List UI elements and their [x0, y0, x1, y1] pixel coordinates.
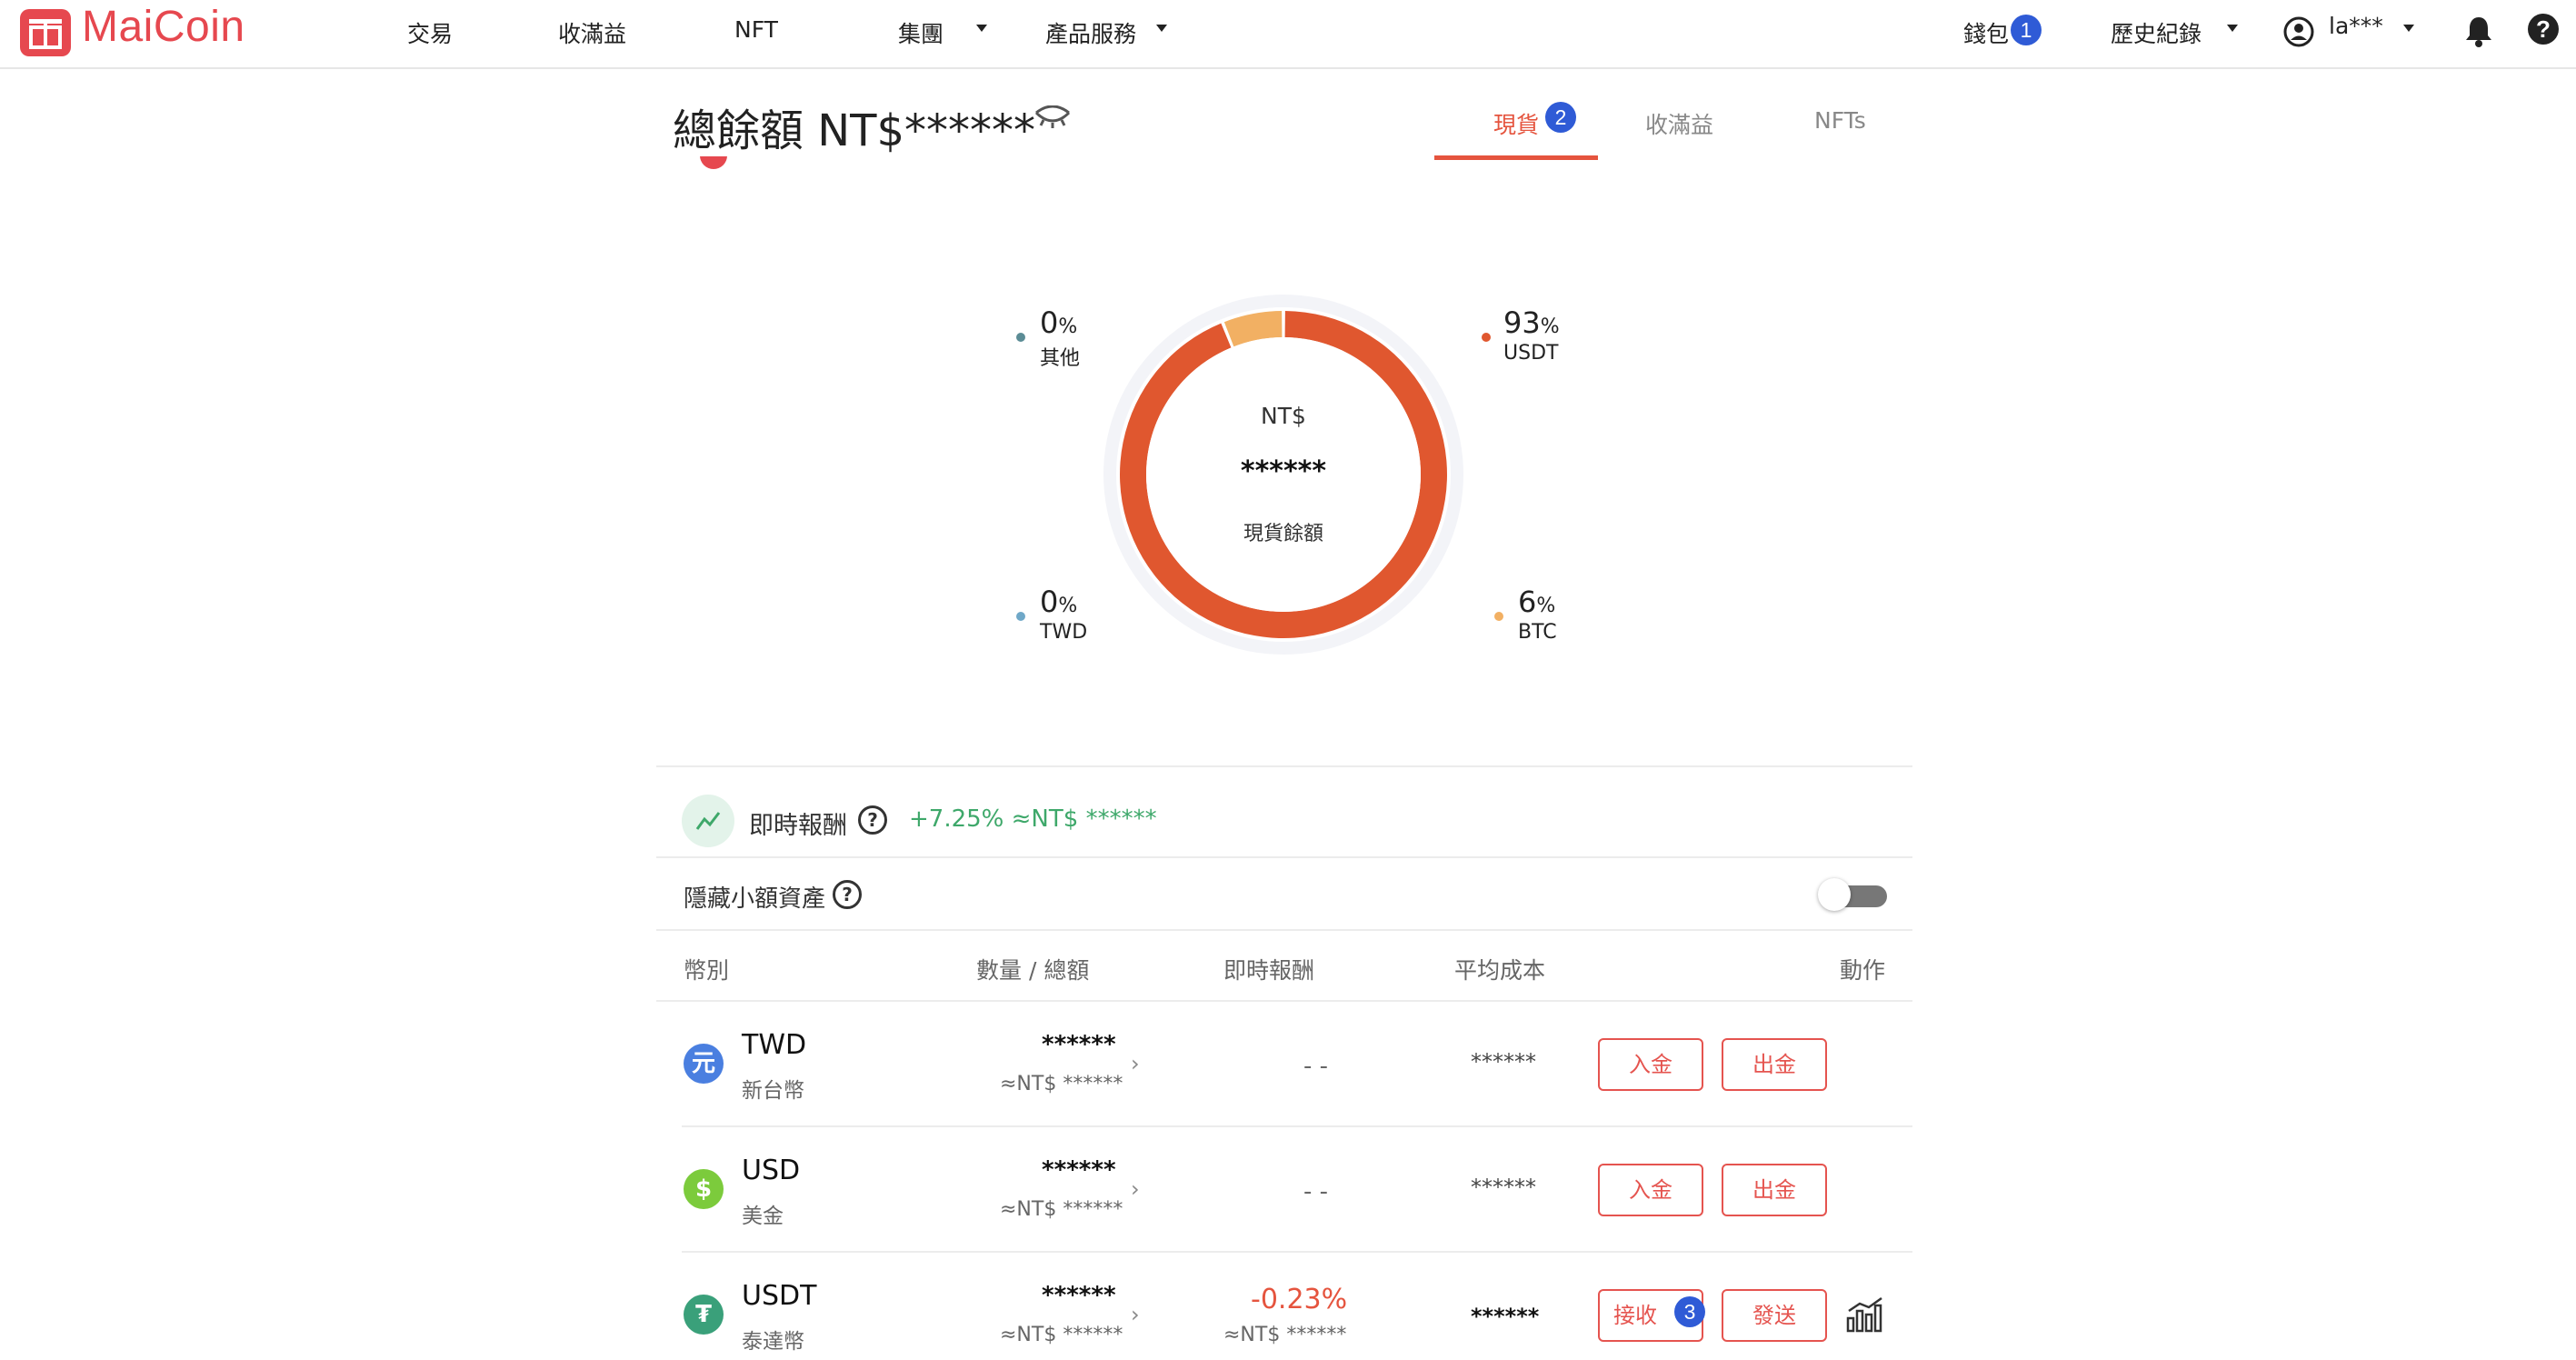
legend-value-btc: 6% [1518, 585, 1556, 619]
tab-spot-badge: 2 [1545, 102, 1576, 133]
legend-name-btc: BTC [1518, 621, 1557, 644]
row-total: ≈NT$ ****** [1000, 1073, 1123, 1095]
divider [656, 856, 1912, 858]
top-navigation: MaiCoin 交易 收滿益 NFT 集團 產品服務 錢包 1 歷史紀錄 la*… [0, 0, 2576, 69]
question-circle-icon[interactable]: ? [858, 805, 887, 835]
withdraw-button[interactable]: 出金 [1722, 1038, 1827, 1091]
donut-center-label: 現貨餘額 [1243, 523, 1323, 545]
bar-chart-icon[interactable] [1845, 1296, 1885, 1333]
deposit-button[interactable]: 入金 [1598, 1164, 1703, 1216]
legend-name-other: 其他 [1040, 347, 1081, 370]
row-amount: ****** [1042, 1282, 1116, 1309]
divider [656, 929, 1912, 931]
wallet-badge: 1 [2011, 15, 2042, 45]
receive-button-label: 接收 [1613, 1303, 1657, 1328]
row-currency-name: 泰達幣 [742, 1330, 804, 1354]
legend-dot-twd [1016, 612, 1025, 621]
hide-small-assets-label: 隱藏小額資產 [684, 885, 826, 913]
username[interactable]: la*** [2329, 13, 2383, 39]
row-total: ≈NT$ ****** [1000, 1324, 1123, 1346]
chevron-down-icon[interactable] [1156, 25, 1167, 32]
col-header-avg-cost: 平均成本 [1454, 957, 1546, 984]
row-symbol: TWD [742, 1029, 807, 1061]
svg-text:?: ? [2536, 15, 2551, 43]
receive-badge: 3 [1674, 1296, 1705, 1327]
row-symbol: USD [742, 1155, 801, 1186]
row-symbol: USDT [742, 1280, 817, 1312]
eye-hidden-icon[interactable] [1033, 105, 1073, 129]
nav-earn[interactable]: 收滿益 [558, 16, 626, 49]
chevron-down-icon[interactable] [2403, 25, 2414, 32]
nav-wallet[interactable]: 錢包 [1963, 16, 2009, 49]
row-avg-cost: ****** [1471, 1304, 1540, 1329]
legend-name-twd: TWD [1040, 621, 1088, 644]
row-return: - - [1303, 1053, 1329, 1080]
tab-active-underline [1434, 155, 1598, 160]
legend-value-twd: 0% [1040, 585, 1078, 619]
user-avatar-icon[interactable] [2283, 16, 2314, 47]
donut-center-currency: NT$ [1261, 403, 1306, 429]
question-circle-icon[interactable]: ? [833, 880, 862, 909]
brand-name[interactable]: MaiCoin [82, 2, 245, 52]
legend-dot-usdt [1482, 333, 1491, 342]
help-icon[interactable]: ? [2527, 13, 2560, 45]
usdt-coin-icon: ₮ [684, 1295, 724, 1335]
row-avg-cost: ****** [1471, 1049, 1536, 1075]
row-avg-cost: ****** [1471, 1175, 1536, 1200]
deposit-button[interactable]: 入金 [1598, 1038, 1703, 1091]
total-balance-title: 總餘額 NT$****** [673, 105, 1036, 156]
chevron-right-icon[interactable]: › [1131, 1051, 1140, 1076]
send-button[interactable]: 發送 [1722, 1289, 1827, 1342]
nav-group[interactable]: 集團 [898, 16, 944, 49]
returns-value: +7.25% ≈NT$ ****** [909, 805, 1157, 833]
hide-small-assets-toggle[interactable] [1818, 878, 1887, 911]
tab-earn[interactable]: 收滿益 [1645, 107, 1713, 140]
legend-name-usdt: USDT [1503, 342, 1559, 365]
chevron-down-icon[interactable] [2227, 25, 2238, 32]
withdraw-button[interactable]: 出金 [1722, 1164, 1827, 1216]
divider [656, 765, 1912, 767]
row-amount: ****** [1042, 1156, 1116, 1184]
nav-products[interactable]: 產品服務 [1045, 16, 1136, 49]
row-return: - - [1303, 1178, 1329, 1205]
scrolled-content-fragment [700, 156, 727, 169]
nav-nft[interactable]: NFT [734, 16, 778, 43]
legend-dot-other [1016, 333, 1025, 342]
returns-label: 即時報酬 [749, 812, 847, 840]
nav-history[interactable]: 歷史紀錄 [2111, 16, 2202, 49]
twd-coin-icon: 元 [684, 1044, 724, 1084]
usd-coin-icon: $ [684, 1169, 724, 1209]
legend-value-usdt: 93% [1503, 305, 1560, 340]
chevron-right-icon[interactable]: › [1131, 1176, 1140, 1202]
tab-nfts[interactable]: NFTs [1814, 107, 1866, 134]
row-return-amount: ≈NT$ ****** [1223, 1324, 1347, 1346]
tab-spot[interactable]: 現貨 [1493, 107, 1539, 140]
row-currency-name: 美金 [742, 1205, 784, 1228]
row-return: -0.23% [1251, 1284, 1348, 1315]
col-header-return: 即時報酬 [1223, 957, 1315, 984]
col-header-action: 動作 [1840, 957, 1886, 984]
allocation-donut-chart: NT$ ****** 現貨餘額 [1103, 295, 1463, 655]
col-header-amount: 數量 / 總額 [976, 957, 1090, 984]
legend-value-other: 0% [1040, 305, 1078, 340]
bell-icon[interactable] [2463, 15, 2494, 47]
row-total: ≈NT$ ****** [1000, 1198, 1123, 1221]
chevron-right-icon[interactable]: › [1131, 1302, 1140, 1327]
nav-trade[interactable]: 交易 [407, 16, 453, 49]
trend-line-icon [682, 795, 734, 847]
chevron-down-icon[interactable] [976, 25, 987, 32]
col-header-currency: 幣別 [684, 957, 730, 984]
maicoin-logo-icon[interactable] [20, 9, 71, 56]
donut-center-value: ****** [1241, 455, 1326, 487]
row-amount: ****** [1042, 1031, 1116, 1058]
legend-dot-btc [1494, 612, 1503, 621]
row-currency-name: 新台幣 [742, 1079, 804, 1103]
